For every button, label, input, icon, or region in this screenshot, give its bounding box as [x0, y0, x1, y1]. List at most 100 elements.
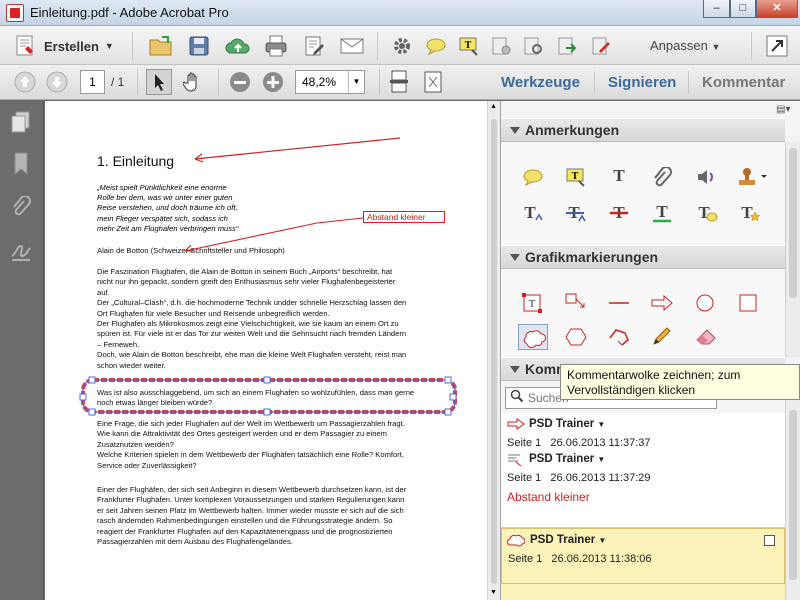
- markup-layer: [79, 137, 457, 416]
- hand-tool-icon[interactable]: [180, 69, 206, 95]
- protect-icon[interactable]: [520, 33, 546, 59]
- comment-item[interactable]: PSD Trainer ▼ Seite 1 26.06.2013 11:37:3…: [501, 413, 785, 453]
- add-text-icon[interactable]: T: [607, 166, 631, 188]
- callout-icon[interactable]: [564, 292, 588, 319]
- zoom-in-icon[interactable]: [260, 69, 286, 95]
- zoom-select[interactable]: 48,2% ▼: [295, 70, 365, 94]
- scroll-up-icon[interactable]: ▲: [490, 103, 497, 110]
- oval-icon[interactable]: [694, 292, 716, 319]
- comment-list-bottom: [501, 584, 785, 600]
- highlight-text-icon[interactable]: T: [564, 167, 588, 189]
- print-icon[interactable]: [263, 33, 289, 59]
- pdf-page[interactable]: 1. Einleitung „Meist spielt Pünktlichkei…: [45, 101, 487, 600]
- comment-status-checkbox[interactable]: [764, 535, 775, 546]
- add-note-to-text-icon[interactable]: T: [737, 203, 761, 225]
- chevron-down-icon: ▼: [104, 41, 114, 51]
- comment-list-scrollbar[interactable]: [785, 400, 800, 600]
- acrobat-app-icon: [6, 4, 24, 22]
- svg-text:T: T: [741, 203, 753, 222]
- bookmarks-icon[interactable]: [12, 152, 30, 181]
- graphics-section-header[interactable]: Grafikmarkierungen: [501, 245, 785, 269]
- next-page-icon[interactable]: [44, 69, 70, 95]
- certificate-icon[interactable]: [488, 33, 514, 59]
- attachments-icon[interactable]: [11, 195, 31, 225]
- chevron-down-icon: ▼: [597, 455, 606, 464]
- comment-text: Abstand kleiner: [507, 490, 590, 504]
- toolbar-divider: [379, 69, 380, 95]
- edit-document-icon[interactable]: [301, 33, 327, 59]
- cloud-tool-button[interactable]: [518, 324, 548, 350]
- record-audio-icon[interactable]: [694, 167, 718, 189]
- sticky-note-icon[interactable]: [521, 167, 545, 189]
- panel-options-icon[interactable]: ▤▾: [776, 104, 790, 115]
- scroll-down-icon[interactable]: ▼: [490, 589, 497, 596]
- fit-page-icon[interactable]: [420, 69, 446, 95]
- tab-sign[interactable]: Signieren: [608, 74, 676, 91]
- customize-menu[interactable]: Anpassen ▼: [650, 38, 720, 53]
- scroll-mode-icon[interactable]: [386, 69, 412, 95]
- text-box-icon[interactable]: T: [521, 292, 543, 319]
- arrow-icon: [507, 417, 525, 435]
- eraser-icon[interactable]: [694, 326, 718, 353]
- attach-file-icon[interactable]: [650, 166, 674, 189]
- vertical-scrollbar[interactable]: ▲ ▼: [487, 101, 500, 600]
- arrow-annotation: [194, 137, 401, 160]
- comment-item[interactable]: PSD Trainer ▼ Seite 1 26.06.2013 11:37:2…: [501, 448, 785, 528]
- annotations-section-header[interactable]: Anmerkungen: [501, 118, 785, 142]
- page-number-input[interactable]: [80, 70, 105, 94]
- select-tool-icon[interactable]: [146, 69, 172, 95]
- signatures-icon[interactable]: [10, 240, 32, 267]
- strikethrough-icon[interactable]: T: [607, 203, 631, 225]
- highlight-text-icon[interactable]: T: [456, 33, 482, 59]
- comment-on-text-icon[interactable]: T: [694, 203, 718, 225]
- chevron-down-icon: ▼: [348, 71, 364, 93]
- toolbar-divider: [218, 69, 219, 95]
- close-button[interactable]: ✕: [756, 0, 798, 18]
- text-callout-icon: [507, 453, 523, 472]
- scrollbar-thumb[interactable]: [789, 410, 797, 580]
- search-icon: [506, 389, 528, 408]
- gear-icon[interactable]: [389, 33, 415, 59]
- save-icon[interactable]: [186, 33, 212, 59]
- tab-comment[interactable]: Kommentar: [702, 74, 785, 91]
- rectangle-icon[interactable]: [737, 292, 759, 319]
- replace-text-icon[interactable]: T: [521, 203, 545, 225]
- toolbar-divider: [137, 69, 138, 95]
- email-icon[interactable]: [339, 33, 365, 59]
- cloud-icon: [506, 533, 526, 552]
- expand-icon[interactable]: [764, 33, 790, 59]
- create-pdf-icon: [16, 35, 33, 56]
- open-folder-icon[interactable]: [148, 33, 174, 59]
- line-icon[interactable]: [607, 292, 631, 319]
- tab-tools[interactable]: Werkzeuge: [501, 74, 580, 91]
- scrollbar-thumb[interactable]: [789, 148, 797, 298]
- export-icon[interactable]: [554, 33, 580, 59]
- arrow-icon[interactable]: [650, 292, 674, 319]
- toolbar-divider: [688, 71, 689, 93]
- callout-textbox[interactable]: Abstand kleiner: [363, 211, 445, 223]
- maximize-button[interactable]: □: [730, 0, 756, 18]
- connected-lines-icon[interactable]: [607, 326, 631, 353]
- svg-text:T: T: [465, 40, 472, 51]
- stamp-icon[interactable]: [737, 167, 769, 189]
- zoom-out-icon[interactable]: [227, 69, 253, 95]
- create-button[interactable]: Erstellen ▼: [14, 33, 114, 59]
- minimize-button[interactable]: –: [703, 0, 730, 18]
- toolbar-divider: [751, 32, 752, 60]
- polygon-icon[interactable]: [564, 326, 588, 353]
- underline-icon[interactable]: T: [650, 202, 674, 225]
- scrollbar-thumb[interactable]: [491, 119, 497, 584]
- insert-text-icon[interactable]: T: [564, 203, 588, 225]
- comment-item-selected[interactable]: PSD Trainer ▼ Seite 1 26.06.2013 11:38:0…: [501, 528, 785, 584]
- cloud-upload-icon[interactable]: [225, 33, 251, 59]
- toolbar-divider: [377, 32, 378, 60]
- tool-pane-scrollbar[interactable]: [785, 142, 800, 357]
- pencil-icon[interactable]: [650, 326, 674, 353]
- customize-label: Anpassen: [650, 38, 708, 53]
- cloud-icon: [523, 330, 546, 348]
- sticky-note-icon[interactable]: [423, 33, 449, 59]
- page-thumbnails-icon[interactable]: [10, 111, 32, 140]
- previous-page-icon[interactable]: [12, 69, 38, 95]
- callout-leader-line: [184, 217, 364, 252]
- sign-document-icon[interactable]: [588, 33, 614, 59]
